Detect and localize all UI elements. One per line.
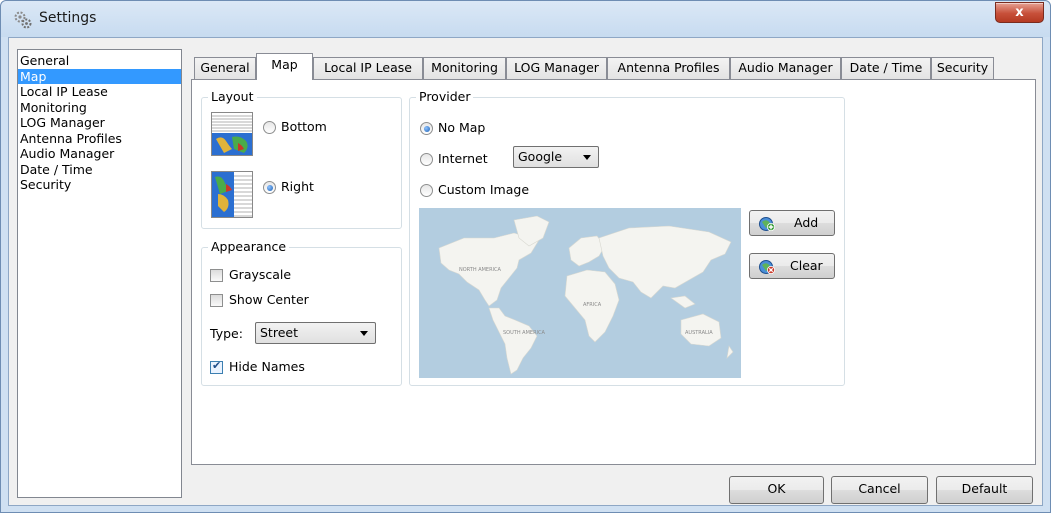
internet-label[interactable]: Internet (438, 151, 488, 166)
map-label-africa: AFRICA (583, 302, 602, 308)
tab-audio-manager[interactable]: Audio Manager (730, 57, 841, 79)
layout-bottom-radio[interactable] (263, 121, 276, 134)
category-list[interactable]: General Map Local IP Lease Monitoring LO… (17, 49, 182, 498)
layout-right-radio[interactable] (263, 181, 276, 194)
internet-radio[interactable] (420, 153, 433, 166)
clear-button-label: Clear (790, 258, 823, 273)
sidebar-item-antenna-profiles[interactable]: Antenna Profiles (18, 131, 181, 147)
map-preview: NORTH AMERICA SOUTH AMERICA AFRICA AUSTR… (419, 208, 741, 378)
custom-image-radio[interactable] (420, 184, 433, 197)
layout-right-label[interactable]: Right (281, 179, 314, 194)
gear-icon (14, 11, 32, 29)
clear-image-button[interactable]: Clear (749, 253, 835, 279)
show-center-checkbox[interactable] (210, 294, 223, 307)
tab-date-time[interactable]: Date / Time (841, 57, 931, 79)
tab-monitoring[interactable]: Monitoring (423, 57, 506, 79)
sidebar-item-local-ip-lease[interactable]: Local IP Lease (18, 84, 181, 100)
no-map-label[interactable]: No Map (438, 120, 485, 135)
title-bar[interactable]: Settings x (1, 1, 1050, 37)
no-map-radio[interactable] (420, 122, 433, 135)
grayscale-checkbox[interactable] (210, 269, 223, 282)
default-button-label: Default (961, 481, 1008, 496)
tab-antenna-profiles[interactable]: Antenna Profiles (607, 57, 730, 79)
window-title: Settings (39, 10, 97, 26)
add-image-button[interactable]: Add (749, 210, 835, 236)
chevron-down-icon (583, 155, 591, 160)
sidebar-item-map[interactable]: Map (18, 68, 181, 84)
internet-provider-select[interactable]: Google (513, 146, 599, 168)
tab-map[interactable]: Map (256, 53, 313, 80)
globe-remove-icon (759, 260, 775, 274)
show-center-label[interactable]: Show Center (229, 292, 309, 307)
map-type-select[interactable]: Street (255, 322, 376, 344)
default-button[interactable]: Default (936, 476, 1033, 504)
hide-names-checkbox[interactable] (210, 359, 223, 374)
sidebar-item-security[interactable]: Security (18, 177, 181, 193)
cancel-button[interactable]: Cancel (831, 476, 928, 504)
sidebar-item-monitoring[interactable]: Monitoring (18, 100, 181, 116)
hide-names-label[interactable]: Hide Names (229, 359, 305, 374)
map-type-value: Street (260, 325, 298, 340)
sidebar-item-general[interactable]: General (18, 53, 181, 69)
internet-provider-value: Google (518, 149, 563, 164)
appearance-group-title: Appearance (208, 239, 290, 254)
tab-general[interactable]: General (194, 57, 256, 79)
world-map-image: NORTH AMERICA SOUTH AMERICA AFRICA AUSTR… (419, 208, 741, 378)
provider-group-title: Provider (416, 89, 474, 104)
map-label-australia: AUSTRALIA (685, 330, 713, 336)
globe-add-icon (759, 217, 775, 231)
chevron-down-icon (360, 331, 368, 336)
bottom-layout-image (212, 113, 252, 155)
close-button[interactable]: x (995, 2, 1044, 23)
grayscale-label[interactable]: Grayscale (229, 267, 291, 282)
bottom-layout-thumbnail (211, 112, 253, 156)
ok-button[interactable]: OK (729, 476, 824, 504)
tab-log-manager[interactable]: LOG Manager (506, 57, 607, 79)
custom-image-label[interactable]: Custom Image (438, 182, 529, 197)
right-layout-thumbnail (211, 171, 253, 218)
close-icon: x (1015, 5, 1024, 20)
cancel-button-label: Cancel (858, 481, 901, 496)
map-label-north-america: NORTH AMERICA (459, 267, 502, 273)
sidebar-item-log-manager[interactable]: LOG Manager (18, 115, 181, 131)
ok-button-label: OK (767, 481, 786, 496)
layout-group-title: Layout (208, 89, 257, 104)
layout-bottom-label[interactable]: Bottom (281, 119, 327, 134)
tab-local-ip-lease[interactable]: Local IP Lease (313, 57, 423, 79)
sidebar-item-date-time[interactable]: Date / Time (18, 162, 181, 178)
add-button-label: Add (794, 215, 819, 230)
right-layout-image (212, 172, 252, 217)
tab-security[interactable]: Security (931, 57, 994, 79)
map-label-south-america: SOUTH AMERICA (503, 330, 546, 336)
type-label: Type: (210, 326, 243, 341)
settings-window: Settings x General Map Local IP Lease Mo… (0, 0, 1051, 513)
sidebar-item-audio-manager[interactable]: Audio Manager (18, 146, 181, 162)
